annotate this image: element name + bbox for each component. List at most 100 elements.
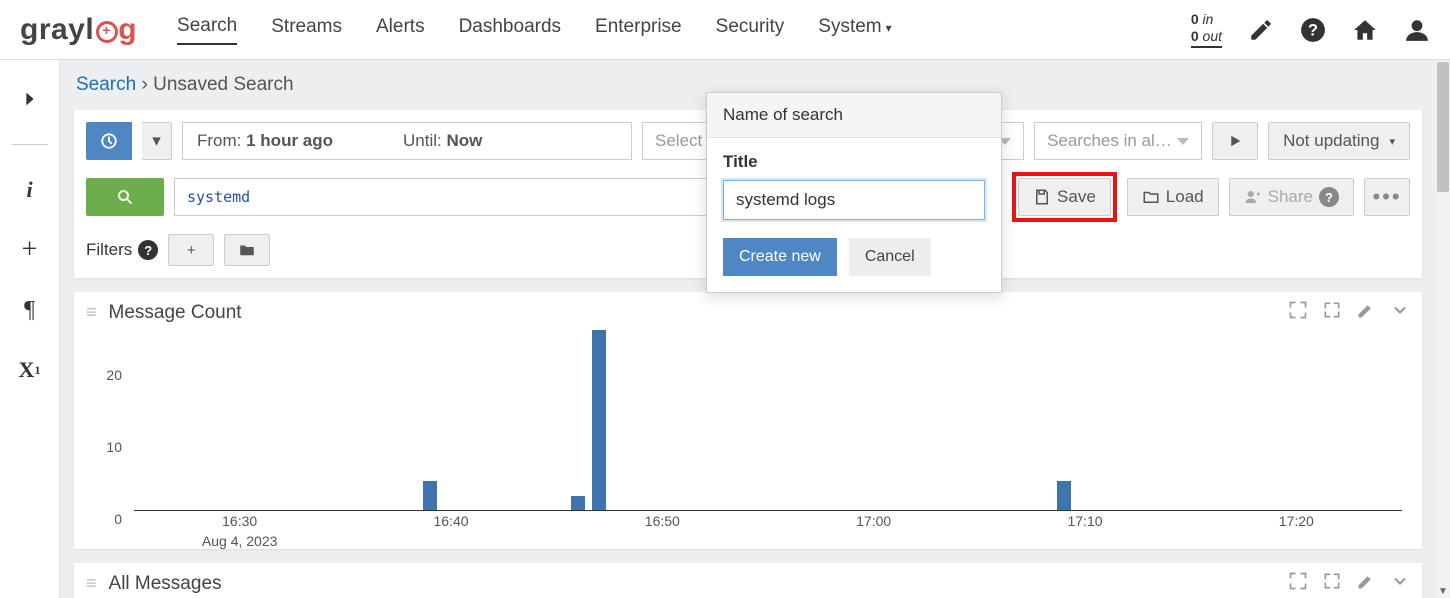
scroll-thumb[interactable] [1437, 62, 1449, 192]
share-button[interactable]: Share ? [1229, 178, 1354, 216]
svg-text:?: ? [1308, 21, 1318, 39]
breadcrumb-sep: › [141, 74, 147, 95]
save-button[interactable]: Save [1018, 178, 1111, 216]
until-label: Until: [403, 131, 442, 150]
updating-label: Not updating [1283, 131, 1379, 151]
in-label: in [1203, 11, 1214, 27]
chevron-down-icon [1177, 138, 1189, 145]
message-count-widget: ≡ Message Count 01020 16:3016:4016:5017:… [74, 292, 1422, 549]
rail-info-icon[interactable]: i [12, 175, 48, 205]
popover-actions: Create new Cancel [723, 238, 985, 276]
chart-bar[interactable] [1057, 481, 1071, 510]
help-icon[interactable]: ? [1300, 17, 1326, 43]
message-count-chart[interactable]: 01020 16:3016:4016:5017:0017:1017:20Aug … [86, 331, 1410, 541]
filters-text: Filters [86, 240, 132, 260]
collapse-icon[interactable] [1288, 571, 1308, 596]
help-icon: ? [1319, 187, 1339, 207]
nav-system-label: System [818, 16, 881, 37]
drag-handle-icon[interactable]: ≡ [86, 577, 99, 590]
drag-handle-icon[interactable]: ≡ [86, 306, 99, 319]
throughput-stats[interactable]: 0 in 0 out [1191, 11, 1222, 49]
page-scrollbar[interactable]: ▲ ▼ [1436, 60, 1450, 598]
save-label: Save [1057, 187, 1096, 207]
widget-tools [1288, 300, 1410, 325]
from-label: From: [197, 131, 241, 150]
save-button-highlight: Save [1012, 172, 1117, 222]
chevron-down-icon[interactable] [1390, 571, 1410, 596]
create-new-button[interactable]: Create new [723, 238, 837, 276]
rail-pilcrow-icon[interactable]: ¶ [12, 295, 48, 325]
widget-title: Message Count [109, 302, 242, 324]
brand-text-2: g [118, 13, 137, 47]
timerange-button[interactable] [86, 122, 132, 160]
expand-icon[interactable] [1322, 300, 1342, 325]
edit-icon[interactable] [1356, 571, 1376, 596]
brand-logo[interactable]: graylg [20, 13, 137, 47]
load-label: Load [1166, 187, 1204, 207]
rail-divider [12, 144, 48, 145]
user-icon[interactable] [1404, 17, 1430, 43]
save-search-popover: Name of search Title Create new Cancel [706, 92, 1002, 293]
share-label: Share [1268, 187, 1313, 207]
title-input[interactable] [723, 180, 985, 220]
all-messages-widget: ≡ All Messages [74, 563, 1422, 598]
home-icon[interactable] [1352, 17, 1378, 43]
breadcrumb-root[interactable]: Search [76, 74, 136, 95]
brand-icon [96, 21, 118, 43]
nav-search[interactable]: Search [177, 15, 237, 45]
scroll-down-icon[interactable]: ▼ [1436, 584, 1450, 598]
collapse-icon[interactable] [1288, 300, 1308, 325]
scratchpad-icon[interactable] [1248, 17, 1274, 43]
run-search-button[interactable] [86, 178, 164, 216]
nav-system[interactable]: System ▾ [818, 16, 891, 44]
rail-expand-icon[interactable] [12, 84, 48, 114]
refresh-interval-button[interactable]: Not updating ▾ [1268, 122, 1410, 160]
filter-folder-button[interactable] [224, 234, 270, 266]
nav-dashboards[interactable]: Dashboards [459, 16, 561, 44]
timerange-caret[interactable]: ▾ [142, 122, 172, 160]
widget-tools [1288, 571, 1410, 596]
title-label: Title [723, 152, 985, 172]
rail-add-icon[interactable]: + [12, 235, 48, 265]
brand-text-1: grayl [20, 13, 94, 47]
cancel-button[interactable]: Cancel [849, 238, 931, 276]
in-count: 0 [1191, 11, 1199, 27]
ellipsis-icon: ••• [1372, 184, 1401, 210]
saved-searches-placeholder: Searches in al… [1047, 131, 1172, 151]
widget-header: ≡ Message Count [86, 300, 1410, 325]
chart-bar[interactable] [592, 330, 606, 510]
chevron-down-icon[interactable] [1390, 300, 1410, 325]
play-button[interactable] [1212, 122, 1258, 160]
filters-label: Filters? [86, 240, 158, 260]
until-value: Now [447, 131, 483, 150]
rail-variable-icon[interactable]: X1 [12, 355, 48, 385]
top-header: graylg Search Streams Alerts Dashboards … [0, 0, 1450, 60]
widget-header: ≡ All Messages [86, 571, 1410, 596]
nav-enterprise[interactable]: Enterprise [595, 16, 682, 44]
left-rail: i + ¶ X1 [0, 60, 60, 598]
load-button[interactable]: Load [1127, 178, 1219, 216]
chevron-down-icon: ▾ [1389, 135, 1395, 148]
breadcrumb-current: Unsaved Search [153, 74, 293, 95]
widget-title: All Messages [109, 573, 222, 595]
nav-streams[interactable]: Streams [271, 16, 342, 44]
from-value: 1 hour ago [246, 131, 333, 150]
more-actions-button[interactable]: ••• [1364, 178, 1410, 216]
out-label: out [1203, 28, 1222, 44]
add-filter-button[interactable]: + [168, 234, 214, 266]
chart-bar[interactable] [423, 481, 437, 510]
saved-searches-select[interactable]: Searches in al… [1034, 122, 1202, 160]
main-nav: Search Streams Alerts Dashboards Enterpr… [177, 15, 892, 45]
header-right: 0 in 0 out ? [1191, 11, 1430, 49]
popover-header: Name of search [707, 93, 1001, 138]
nav-security[interactable]: Security [716, 16, 785, 44]
popover-body: Title Create new Cancel [707, 138, 1001, 292]
help-icon[interactable]: ? [138, 240, 158, 260]
edit-icon[interactable] [1356, 300, 1376, 325]
timerange-display[interactable]: From: 1 hour ago Until: Now [182, 122, 632, 160]
expand-icon[interactable] [1322, 571, 1342, 596]
chart-bar[interactable] [571, 496, 585, 510]
chevron-down-icon: ▾ [886, 21, 892, 35]
nav-alerts[interactable]: Alerts [376, 16, 425, 44]
out-count: 0 [1191, 28, 1199, 44]
